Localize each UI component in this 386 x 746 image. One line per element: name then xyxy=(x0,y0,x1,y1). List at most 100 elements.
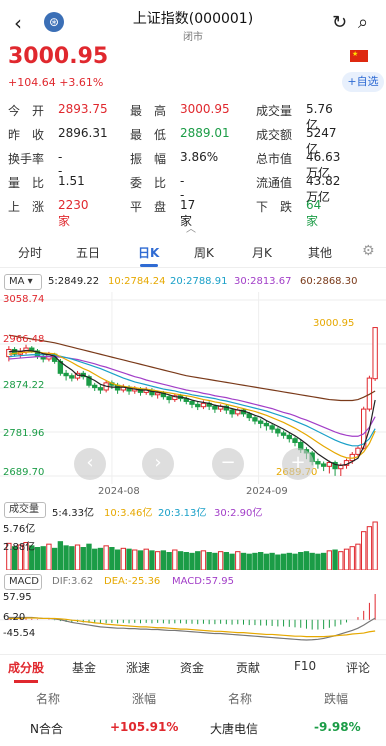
stat-label: 流通值 xyxy=(256,176,293,190)
volume-bar xyxy=(275,554,281,570)
volume-bar xyxy=(309,552,315,570)
bottom-tab-6[interactable]: 评论 xyxy=(346,659,370,676)
tab-indicator xyxy=(140,264,158,267)
bottom-tab-5[interactable]: F10 xyxy=(294,659,316,673)
bottom-tab-4[interactable]: 贡献 xyxy=(236,659,260,676)
candle-body xyxy=(97,387,104,391)
volume-chart xyxy=(6,521,378,570)
candle-body xyxy=(269,425,275,430)
volume-bar xyxy=(57,541,64,570)
stat-label: 上 涨 xyxy=(8,200,45,214)
stat-value: 2893.75 xyxy=(58,102,108,116)
gear-icon[interactable]: ⚙ xyxy=(362,243,375,259)
stat-label: 换手率 xyxy=(8,152,45,166)
stat-item: 昨 收 2896.31 xyxy=(8,126,108,143)
stat-item: 下 跌 64家 xyxy=(256,198,321,228)
volume-selector[interactable]: 成交量 xyxy=(4,502,46,518)
dif-label: DIF:3.62 xyxy=(52,576,94,587)
volume-bar xyxy=(80,547,86,570)
expand-chevron-icon[interactable]: ︿ xyxy=(186,220,196,235)
top-loser-name[interactable]: 大唐电信 xyxy=(210,720,258,737)
stat-label: 最 低 xyxy=(130,128,167,142)
volume-bar xyxy=(189,552,195,570)
stat-value: 2230家 xyxy=(58,198,89,228)
volume-bar xyxy=(46,543,52,570)
candle-body xyxy=(166,396,172,401)
volume-bar xyxy=(361,531,367,570)
candle-body xyxy=(315,461,321,465)
ma-selector[interactable]: MA ▾ xyxy=(4,274,42,290)
stat-label: 量 比 xyxy=(8,176,45,190)
volume-bar xyxy=(280,553,287,570)
candle-body xyxy=(326,462,333,467)
bottom-tab-0[interactable]: 成分股 xyxy=(8,659,44,676)
macd-value-label: MACD:57.95 xyxy=(172,576,234,587)
volume-bar xyxy=(326,550,333,570)
volume-bar xyxy=(51,547,58,570)
volume-bar xyxy=(212,552,218,570)
stat-item: 成交量 5.76亿 xyxy=(256,102,333,132)
add-watchlist-button[interactable]: +自选 xyxy=(342,72,384,92)
volume-axis-top: 5.76亿 xyxy=(3,524,36,535)
vol30-label: 30:2.90亿 xyxy=(214,508,263,519)
volume-bar xyxy=(349,546,355,570)
scroll-right-button[interactable]: › xyxy=(142,448,174,480)
candle-body xyxy=(280,432,287,436)
chart-tabs: 分时 五日 日K 周K 月K 其他 xyxy=(0,238,386,268)
tab-2[interactable]: 日K xyxy=(138,244,159,261)
bottom-tab-indicator xyxy=(14,680,38,683)
volume-bar xyxy=(137,550,144,570)
tab-3[interactable]: 周K xyxy=(194,244,214,261)
col-header-loss[interactable]: 跌幅 xyxy=(324,690,348,707)
volume-bar xyxy=(292,553,298,570)
col-header-name: 名称 xyxy=(228,692,253,706)
candle-body xyxy=(69,375,75,379)
ma30-label: 30:2813.67 xyxy=(234,276,292,287)
col-header-gain[interactable]: 涨幅 xyxy=(132,690,156,707)
zoom-out-button[interactable]: − xyxy=(212,448,244,480)
tab-1[interactable]: 五日 xyxy=(76,244,100,261)
macd-selector[interactable]: MACD xyxy=(4,574,42,590)
stat-label: 今 开 xyxy=(8,104,45,118)
stat-value: 2889.01 xyxy=(180,126,230,140)
dea-label: DEA:-25.36 xyxy=(104,576,161,587)
volume-bar xyxy=(355,543,361,570)
volume-bar xyxy=(154,551,161,570)
tab-5[interactable]: 其他 xyxy=(308,244,332,261)
stat-item: 流通值 43.82万亿 xyxy=(256,174,340,204)
refresh-icon[interactable]: ↻ xyxy=(332,12,347,33)
tab-4[interactable]: 月K xyxy=(252,244,272,261)
stat-item: 委 比 -- xyxy=(130,174,184,202)
scroll-left-button[interactable]: ‹ xyxy=(74,448,106,480)
ma10-label: 10:2784.24 xyxy=(108,276,166,287)
candle-body xyxy=(195,403,201,408)
page-title: 上证指数(000001) xyxy=(132,11,254,27)
volume-bar xyxy=(109,547,115,570)
macd-axis-top: 57.95 xyxy=(3,592,32,603)
candle-body xyxy=(320,463,327,467)
candle-body xyxy=(275,428,281,434)
candle-body xyxy=(154,392,161,396)
stat-item: 换手率 -- xyxy=(8,150,62,178)
top-gainer-name[interactable]: N合合 xyxy=(30,720,63,737)
stat-item: 最 高 3000.95 xyxy=(130,102,230,119)
candle-body xyxy=(189,400,195,405)
search-icon[interactable]: ⌕ xyxy=(358,12,368,33)
volume-bar xyxy=(143,548,149,570)
price-axis-4: 2781.96 xyxy=(3,428,45,439)
ma20-label: 20:2788.91 xyxy=(170,276,228,287)
volume-bar xyxy=(183,552,189,570)
volume-bar xyxy=(206,552,212,570)
volume-bar xyxy=(269,552,275,570)
app-root: ‹ ⊛ 上证指数(000001) 闭市 ↻ ⌕ 3000.95 +104.64 … xyxy=(0,0,386,746)
stat-label: 最 高 xyxy=(130,104,167,118)
volume-bar xyxy=(86,543,92,570)
bottom-tab-2[interactable]: 涨速 xyxy=(126,659,150,676)
bottom-tab-3[interactable]: 资金 xyxy=(180,659,204,676)
candle-body xyxy=(263,422,270,427)
tab-0[interactable]: 分时 xyxy=(18,244,42,261)
bottom-tab-1[interactable]: 基金 xyxy=(72,659,96,676)
candle-body xyxy=(6,348,12,358)
volume-bar xyxy=(126,548,132,570)
zoom-in-button[interactable]: + xyxy=(282,448,314,480)
